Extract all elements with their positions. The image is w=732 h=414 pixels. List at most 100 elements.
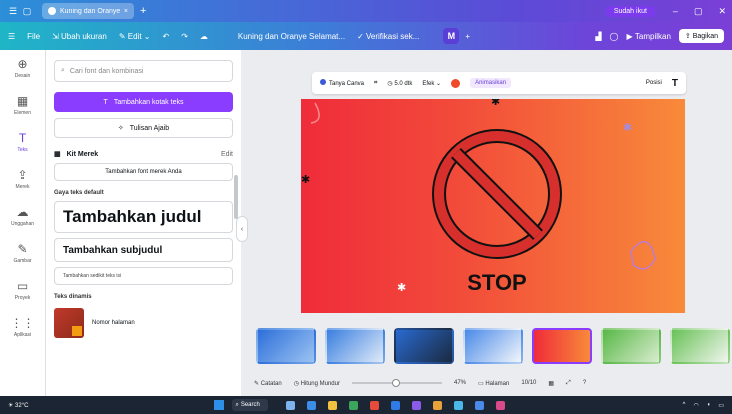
upgrade-button[interactable]: Sudah ikut	[605, 5, 655, 17]
page-thumbnail[interactable]	[601, 328, 661, 364]
present-button[interactable]: ▶ Tampilkan	[627, 32, 671, 41]
comment-icon[interactable]: ◯	[610, 32, 619, 41]
new-tab-icon[interactable]: +	[140, 5, 146, 17]
effects-button[interactable]: Efek ⌄	[422, 80, 441, 87]
redo-icon[interactable]: ↷	[181, 32, 188, 41]
taskbar-search[interactable]: ⌕ Search	[232, 399, 269, 411]
taskbar-app-icon[interactable]	[454, 400, 464, 410]
timer-button[interactable]: ◷ 5.0 dtk	[387, 80, 412, 87]
collapse-panel-button[interactable]: ‹	[236, 216, 248, 242]
page-thumbnail[interactable]	[394, 328, 454, 364]
maximize-icon[interactable]: ▢	[694, 6, 703, 17]
taskbar-app-icon[interactable]	[370, 400, 380, 410]
rail-item-unggahan[interactable]: ☁ Unggahan	[0, 198, 45, 235]
brand-kit-edit-link[interactable]: Edit	[221, 151, 233, 158]
weather-widget[interactable]: ☀ 32°C	[8, 402, 28, 409]
grid-view-icon[interactable]: ▦	[548, 380, 554, 387]
rail-desain-icon: ⊕	[17, 57, 28, 71]
wifi-icon[interactable]: ◠	[693, 402, 698, 409]
rail-gambar-icon: ✎	[17, 242, 28, 256]
taskbar-app-icon[interactable]	[496, 400, 506, 410]
taskbar-app-icon[interactable]	[433, 400, 443, 410]
ask-canva-button[interactable]: Tanya Canva	[320, 79, 364, 87]
magic-text-icon[interactable]: T	[672, 78, 678, 89]
rail-item-label: Gambar	[13, 258, 32, 264]
avatar[interactable]: M	[443, 28, 460, 44]
context-toolbar: Tanya Canva ⌗ ◷ 5.0 dtk Efek ⌄ Animasika…	[312, 72, 686, 94]
prohibition-sign[interactable]	[432, 129, 562, 259]
rail-item-desain[interactable]: ⊕ Desain	[0, 50, 45, 87]
browser-menu-icon[interactable]: ☰	[6, 4, 20, 18]
page-thumbnail[interactable]	[256, 328, 316, 364]
weather-temp: 32°C	[15, 402, 29, 409]
add-heading-button[interactable]: Tambahkan judul	[54, 201, 233, 233]
tab-grid-icon[interactable]: ▢	[20, 4, 34, 18]
effects-label: Efek	[422, 80, 435, 87]
document-title[interactable]: Kuning dan Oranye Selamat...	[238, 32, 345, 41]
resize-menu[interactable]: ⇲ Ubah ukuran	[52, 32, 107, 41]
rail-item-elemen[interactable]: ▦ Elemen	[0, 87, 45, 124]
tab-title: Kuning dan Oranye...	[60, 7, 120, 15]
rail-item-gambar[interactable]: ✎ Gambar	[0, 235, 45, 272]
notes-button[interactable]: ✎ Catatan	[254, 380, 282, 387]
zoom-slider[interactable]	[351, 379, 442, 387]
close-window-icon[interactable]: ✕	[718, 6, 726, 17]
canva-ai-icon	[320, 79, 326, 85]
color-swatch[interactable]	[451, 78, 461, 88]
chevron-up-icon[interactable]: ^	[683, 402, 686, 408]
browser-tab[interactable]: Kuning dan Oranye... ×	[42, 3, 134, 19]
rail-unggahan-icon: ☁	[16, 205, 29, 219]
page-thumbnail[interactable]	[463, 328, 523, 364]
taskbar-app-icon[interactable]	[475, 400, 485, 410]
rail-item-aplikasi[interactable]: ⋮⋮ Aplikasi	[0, 309, 45, 346]
cloud-saved-icon: ☁	[199, 31, 208, 41]
add-subheading-button[interactable]: Tambahkan subjudul	[54, 238, 233, 262]
volume-icon[interactable]: ◖	[707, 402, 711, 408]
battery-icon[interactable]: ▭	[718, 402, 724, 409]
crop-icon[interactable]: ⌗	[374, 80, 377, 87]
tab-close-icon[interactable]: ×	[124, 8, 128, 15]
zoom-value[interactable]: 47%	[454, 380, 466, 386]
countdown-button[interactable]: ◷ Hitung Mundur	[294, 380, 340, 387]
page-thumbnail-selected[interactable]	[532, 328, 592, 364]
help-icon[interactable]: ?	[583, 380, 586, 386]
taskbar-app-icon[interactable]	[307, 400, 317, 410]
add-textbox-button[interactable]: T Tambahkan kotak teks	[54, 92, 233, 112]
windows-start-icon[interactable]	[214, 400, 225, 410]
rail-item-teks[interactable]: T Teks	[0, 124, 45, 161]
page-thumbnail[interactable]	[670, 328, 730, 364]
taskbar-app-icon[interactable]	[328, 400, 338, 410]
stop-text[interactable]: STOP	[452, 270, 542, 296]
animate-button[interactable]: Animasikan	[470, 78, 512, 88]
star-sparkle-icon: ✱	[623, 122, 633, 134]
hamburger-icon[interactable]: ☰	[8, 32, 15, 41]
zoom-slider-knob[interactable]	[391, 379, 400, 387]
share-button[interactable]: ⇪ Bagikan	[678, 29, 724, 43]
add-body-button[interactable]: Tambahkan sedikit teks isi	[54, 267, 233, 285]
position-button[interactable]: Posisi	[646, 80, 662, 86]
rail-item-label: Merek	[15, 184, 30, 190]
font-search-input[interactable]: ⌕ Cari font dan kombinasi	[54, 60, 233, 82]
doodle-swirl	[310, 102, 320, 124]
rail-item-proyek[interactable]: ▭ Proyek	[0, 272, 45, 309]
taskbar-app-icon[interactable]	[391, 400, 401, 410]
taskbar-app-icon[interactable]	[412, 400, 422, 410]
add-brand-font-button[interactable]: Tambahkan font merek Anda	[54, 163, 233, 181]
file-menu[interactable]: File	[27, 32, 40, 41]
add-collaborator-icon[interactable]: +	[465, 32, 470, 41]
verify-button[interactable]: ✓ Verifikasi sek...	[357, 32, 419, 41]
panel-scrollbar[interactable]	[234, 175, 238, 219]
design-canvas[interactable]: ✱ ✱ ✱ ✱ STOP	[301, 99, 685, 313]
fullscreen-icon[interactable]: ⤢	[566, 380, 571, 387]
page-thumbnail[interactable]	[325, 328, 385, 364]
minimize-icon[interactable]: –	[673, 6, 678, 17]
magic-write-button[interactable]: ✧ Tulisan Ajaib	[54, 118, 233, 138]
edit-menu[interactable]: ✎ Edit ⌄	[119, 32, 151, 41]
stats-icon[interactable]: ▟	[595, 32, 601, 41]
taskbar-app-icon[interactable]	[286, 400, 296, 410]
pages-button[interactable]: ▭ Halaman	[478, 380, 509, 387]
undo-icon[interactable]: ↶	[162, 32, 169, 41]
taskbar-app-icon[interactable]	[349, 400, 359, 410]
page-number-combo[interactable]: Nomor halaman	[54, 308, 233, 338]
rail-item-merek[interactable]: ⇪ Merek	[0, 161, 45, 198]
